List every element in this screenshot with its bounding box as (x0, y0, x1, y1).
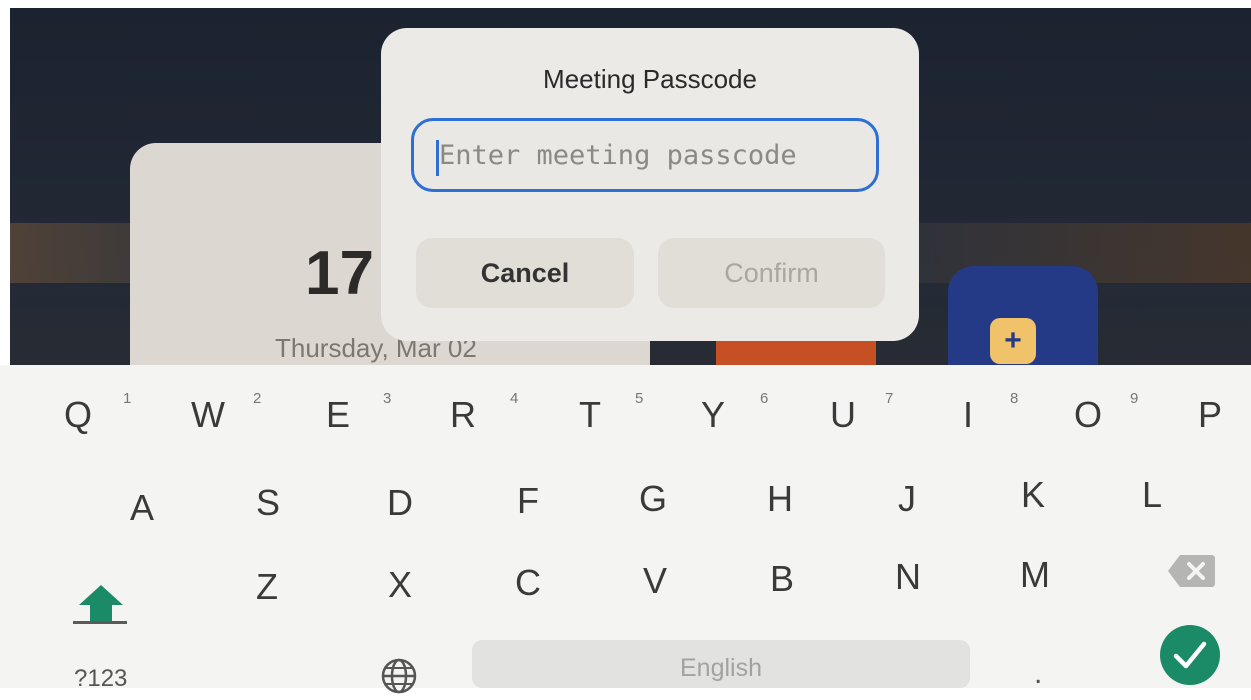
key-s[interactable]: S (238, 473, 298, 533)
key-x[interactable]: X (370, 555, 430, 615)
symbols-key[interactable]: ?123 (74, 665, 127, 693)
key-f[interactable]: F (498, 471, 558, 531)
key-i-hint: 8 (1010, 390, 1019, 407)
key-d[interactable]: D (370, 473, 430, 533)
checkmark-icon (1173, 641, 1207, 669)
key-y[interactable]: Y (683, 385, 743, 445)
key-a[interactable]: A (112, 478, 172, 538)
key-z[interactable]: Z (237, 557, 297, 617)
key-w-hint: 2 (253, 390, 262, 407)
period-key[interactable]: . (1034, 657, 1042, 691)
backspace-icon[interactable] (1166, 553, 1216, 589)
key-n[interactable]: N (878, 547, 938, 607)
dialog-title: Meeting Passcode (543, 64, 757, 94)
key-t[interactable]: T (560, 385, 620, 445)
key-o-hint: 9 (1130, 390, 1139, 407)
shift-indicator-line (73, 621, 127, 624)
meeting-passcode-dialog: Meeting Passcode Cancel Confirm (381, 28, 919, 341)
enter-button[interactable] (1160, 625, 1220, 685)
cancel-button[interactable]: Cancel (416, 238, 634, 308)
shift-icon[interactable] (76, 583, 126, 625)
text-cursor (436, 140, 439, 176)
key-j[interactable]: J (877, 469, 937, 529)
key-l[interactable]: L (1122, 465, 1182, 525)
space-bar[interactable]: English (472, 640, 970, 688)
key-u-hint: 7 (885, 390, 894, 407)
key-q[interactable]: Q (48, 385, 108, 445)
key-p[interactable]: P (1180, 385, 1240, 445)
key-q-hint: 1 (123, 390, 132, 407)
confirm-button[interactable]: Confirm (658, 238, 885, 308)
key-e[interactable]: E (308, 385, 368, 445)
key-w[interactable]: W (178, 385, 238, 445)
key-k[interactable]: K (1003, 465, 1063, 525)
on-screen-keyboard: Q 1 W 2 E 3 R 4 T 5 Y 6 U 7 I 8 O 9 P A … (0, 365, 1251, 694)
key-c[interactable]: C (498, 553, 558, 613)
key-g[interactable]: G (623, 469, 683, 529)
key-v[interactable]: V (625, 551, 685, 611)
date-day: 17 (305, 239, 374, 308)
key-i[interactable]: I (938, 385, 998, 445)
key-o[interactable]: O (1058, 385, 1118, 445)
passcode-input[interactable] (411, 118, 879, 192)
key-b[interactable]: B (752, 549, 812, 609)
key-h[interactable]: H (750, 469, 810, 529)
plus-icon: + (990, 318, 1036, 364)
key-y-hint: 6 (760, 390, 769, 407)
globe-icon[interactable] (380, 657, 418, 695)
key-u[interactable]: U (813, 385, 873, 445)
key-r-hint: 4 (510, 390, 519, 407)
key-t-hint: 5 (635, 390, 644, 407)
key-m[interactable]: M (1005, 545, 1065, 605)
key-r[interactable]: R (433, 385, 493, 445)
key-e-hint: 3 (383, 390, 392, 407)
